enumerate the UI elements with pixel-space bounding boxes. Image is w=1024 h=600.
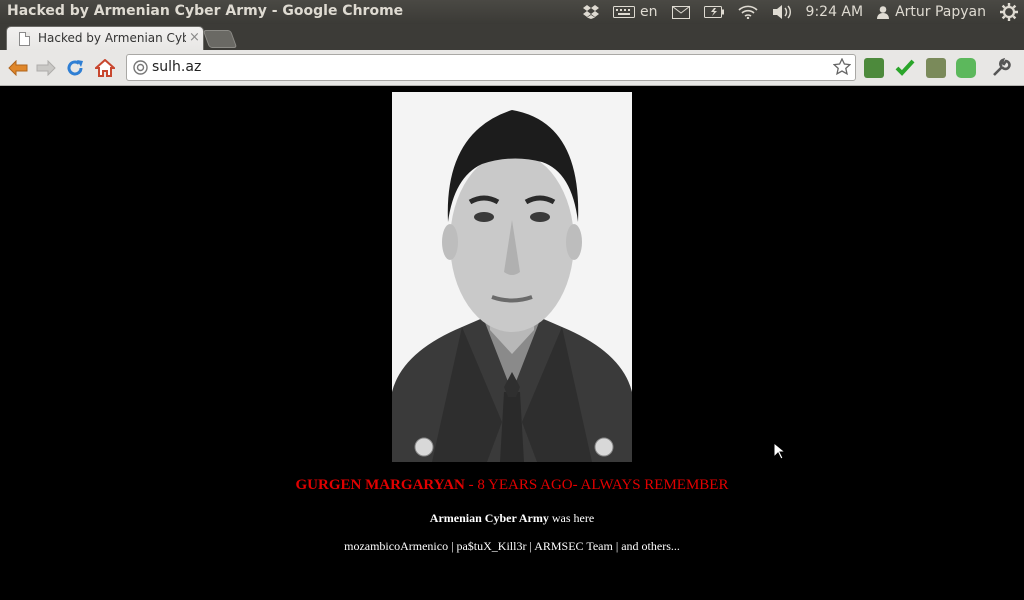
bookmark-star-icon[interactable] — [833, 58, 851, 76]
forward-arrow-icon — [36, 60, 56, 76]
tab-close-icon[interactable]: × — [189, 30, 200, 45]
chat-extension-icon[interactable] — [956, 58, 976, 78]
battery-icon[interactable] — [697, 0, 731, 24]
credits-line: mozambicoArmenico | pa$tuX_Kill3r | ARMS… — [344, 539, 680, 553]
checkmark-extension-icon[interactable] — [895, 58, 915, 78]
keyboard-layout-indicator[interactable]: en — [606, 0, 665, 24]
evernote-extension-icon[interactable] — [864, 58, 884, 78]
session-gear-icon[interactable] — [993, 0, 1024, 24]
new-tab-button[interactable] — [202, 30, 238, 48]
url-text[interactable]: sulh.az — [152, 59, 201, 75]
web-page-content: GURGEN MARGARYAN - 8 YEARS AGO- ALWAYS R… — [0, 86, 1024, 600]
headline-name: GURGEN MARGARYAN — [295, 477, 465, 493]
reload-icon — [67, 60, 83, 76]
keyboard-layout-label: en — [640, 4, 658, 20]
home-icon — [95, 59, 115, 77]
tab-label: Hacked by Armenian Cyber Army — [38, 31, 186, 45]
window-title-bar: Hacked by Armenian Cyber Army - Google C… — [0, 0, 1024, 24]
dropbox-icon[interactable] — [576, 0, 606, 24]
user-name: Artur Papyan — [895, 4, 986, 20]
user-menu[interactable]: Artur Papyan — [870, 0, 993, 24]
tab-strip: Hacked by Armenian Cyber Army × — [0, 24, 1024, 50]
tab-active[interactable]: Hacked by Armenian Cyber Army × — [6, 26, 204, 50]
group-name: Armenian Cyber Army — [429, 511, 549, 525]
home-button[interactable] — [93, 56, 117, 80]
clock[interactable]: 9:24 AM — [799, 0, 871, 24]
mail-icon[interactable] — [665, 0, 697, 24]
signature-line: Armenian Cyber Army was here — [0, 511, 1024, 526]
browser-toolbar: sulh.az — [0, 50, 1024, 86]
forward-button[interactable] — [34, 56, 58, 80]
wrench-menu-icon[interactable] — [991, 57, 1011, 78]
wifi-icon[interactable] — [731, 0, 765, 24]
reload-button[interactable] — [63, 56, 87, 80]
signature-rest: was here — [548, 511, 595, 525]
back-arrow-icon — [8, 60, 28, 76]
user-icon — [877, 5, 890, 19]
window-title: Hacked by Armenian Cyber Army - Google C… — [7, 3, 404, 19]
back-button[interactable] — [6, 56, 30, 80]
system-tray: en 9:24 AM Artur Papyan — [576, 0, 1024, 24]
address-bar[interactable]: sulh.az — [126, 54, 856, 81]
page-favicon-icon — [19, 32, 30, 46]
page-info-icon[interactable] — [133, 60, 148, 75]
headline-rest: - 8 YEARS AGO- ALWAYS REMEMBER — [464, 477, 729, 493]
headline: GURGEN MARGARYAN - 8 YEARS AGO- ALWAYS R… — [0, 477, 1024, 494]
volume-icon[interactable] — [765, 0, 799, 24]
notes-extension-icon[interactable] — [926, 58, 946, 78]
mouse-cursor-icon — [773, 442, 785, 460]
keyboard-icon — [613, 6, 636, 18]
portrait-photo — [392, 92, 632, 462]
